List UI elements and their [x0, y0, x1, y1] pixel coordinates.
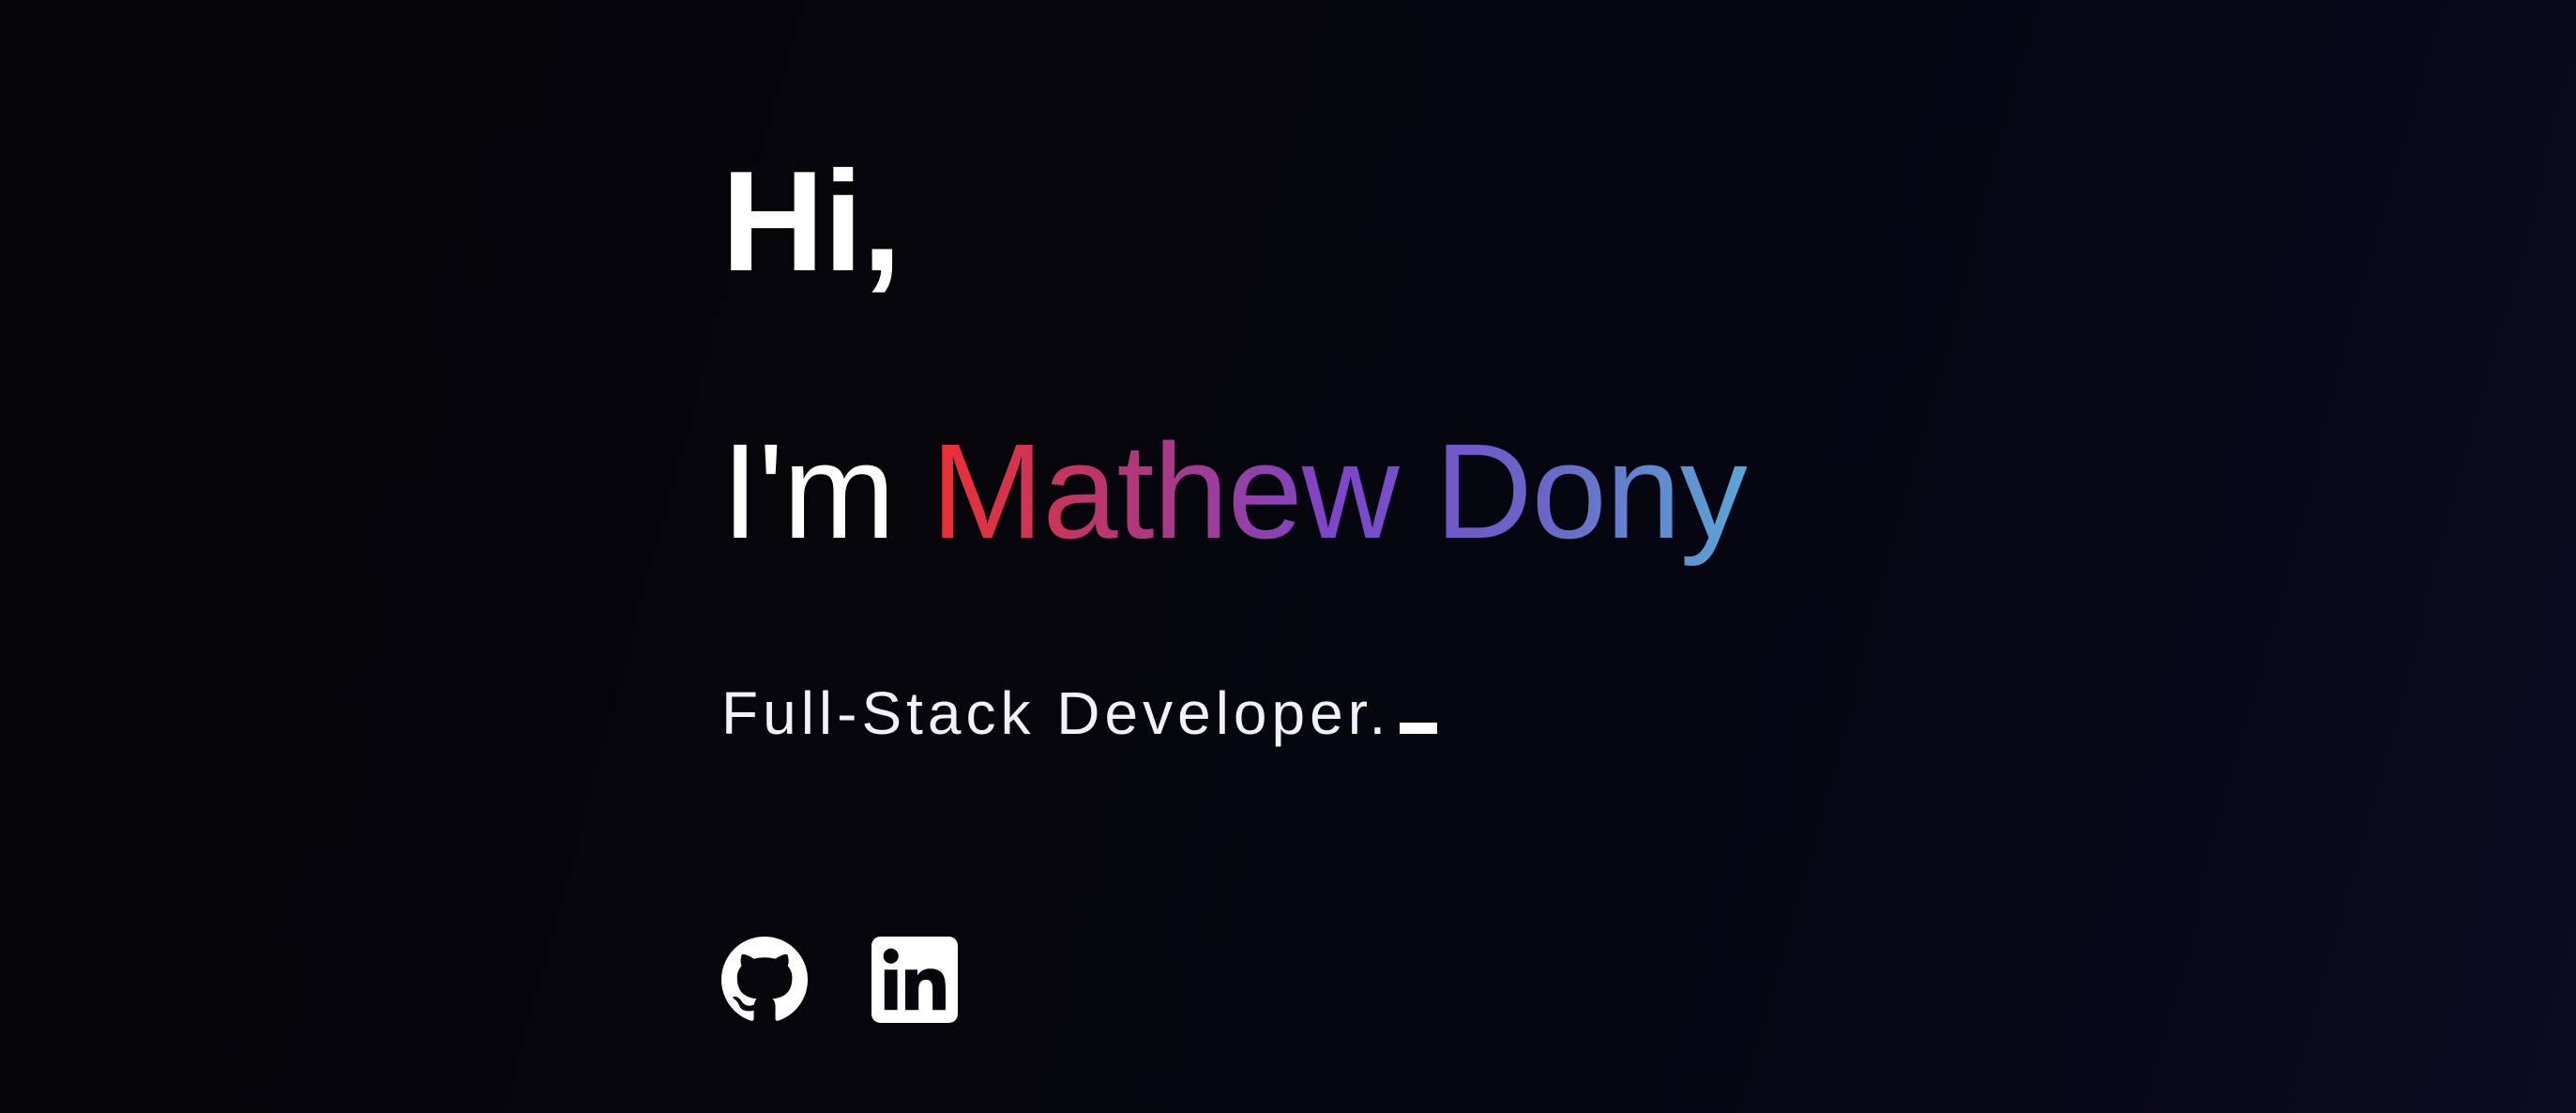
greeting-heading: Hi,: [721, 142, 902, 301]
developer-name: Mathew Dony: [931, 416, 1747, 567]
intro-prefix: I'm: [721, 416, 932, 567]
github-link[interactable]: [721, 937, 808, 1023]
role-text: Full-Stack Developer.: [721, 683, 1438, 743]
typing-cursor: [1400, 723, 1438, 734]
github-icon: [721, 937, 808, 1021]
social-links: [721, 937, 958, 1023]
linkedin-icon: [871, 937, 958, 1023]
linkedin-link[interactable]: [871, 937, 958, 1023]
role-typed-text: Full-Stack Developer.: [721, 679, 1391, 747]
intro-heading: I'm Mathew Dony: [721, 424, 1748, 559]
